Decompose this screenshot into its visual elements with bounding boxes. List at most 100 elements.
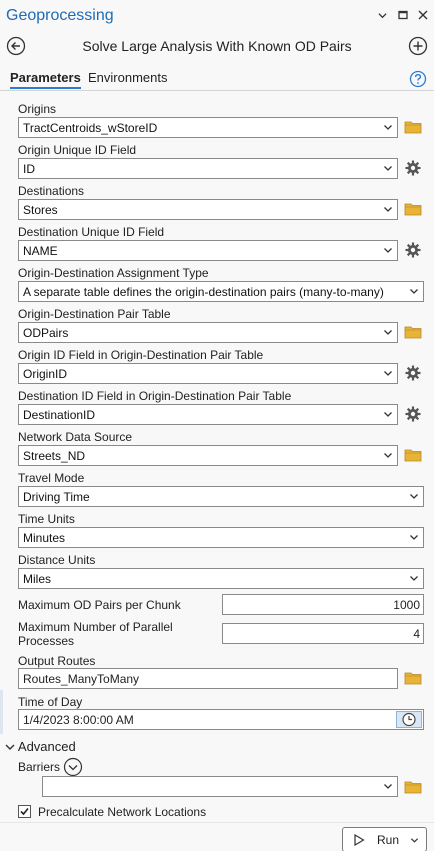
chevron-down-icon	[384, 371, 392, 376]
advanced-section-header[interactable]: Advanced	[5, 739, 76, 754]
advanced-label: Advanced	[17, 739, 76, 754]
time-units-value: Minutes	[23, 531, 66, 545]
run-button[interactable]: Run	[342, 827, 427, 851]
network-label: Network Data Source	[18, 430, 133, 444]
destinations-dropdown[interactable]: Stores	[18, 199, 398, 220]
window-title: Geoprocessing	[6, 7, 114, 24]
chevron-down-icon	[410, 576, 418, 581]
chevron-down-icon	[384, 784, 392, 789]
folder-icon[interactable]	[404, 118, 422, 136]
back-arrow-icon[interactable]	[6, 36, 26, 56]
chevron-down-icon[interactable]	[410, 836, 419, 845]
expand-circle-icon[interactable]	[63, 757, 83, 777]
gear-icon[interactable]	[404, 241, 422, 259]
distance-units-value: Miles	[23, 572, 52, 586]
time-of-day-label: Time of Day	[18, 695, 83, 709]
time-of-day-input[interactable]: 1/4/2023 8:00:00 AM	[18, 709, 424, 730]
dest-uid-label: Destination Unique ID Field	[18, 225, 165, 239]
travel-mode-value: Driving Time	[23, 490, 90, 504]
max-processes-label-line1: Maximum Number of Parallel	[18, 620, 173, 634]
origin-uid-label: Origin Unique ID Field	[18, 143, 137, 157]
output-routes-label: Output Routes	[18, 654, 96, 668]
time-units-label: Time Units	[18, 512, 75, 526]
gear-icon[interactable]	[404, 405, 422, 423]
network-value: Streets_ND	[23, 449, 86, 463]
origins-dropdown[interactable]: TractCentroids_wStoreID	[18, 117, 398, 138]
max-processes-label: Maximum Number of Parallel Processes	[18, 620, 173, 648]
distance-units-label: Distance Units	[18, 553, 96, 567]
tool-title: Solve Large Analysis With Known OD Pairs	[82, 38, 352, 54]
chevron-down-icon	[410, 535, 418, 540]
run-label: Run	[377, 833, 400, 847]
chevron-down-icon	[384, 125, 392, 130]
maximize-icon[interactable]	[397, 8, 408, 22]
barriers-label: Barriers	[18, 760, 61, 774]
chevron-down-icon	[410, 494, 418, 499]
barriers-dropdown[interactable]	[42, 776, 398, 797]
output-routes-value: Routes_ManyToMany	[23, 672, 140, 686]
max-pairs-input[interactable]: 1000	[222, 594, 424, 615]
help-icon[interactable]	[409, 70, 427, 88]
folder-icon[interactable]	[404, 778, 422, 796]
od-pair-table-dropdown[interactable]: ODPairs	[18, 322, 398, 343]
max-processes-value: 4	[413, 627, 420, 641]
chevron-down-icon	[384, 453, 392, 458]
dest-uid-dropdown[interactable]: NAME	[18, 240, 398, 261]
tab-environments[interactable]: Environments	[88, 70, 167, 85]
tab-parameters[interactable]: Parameters	[10, 70, 81, 89]
clock-icon	[402, 712, 416, 727]
output-routes-input[interactable]: Routes_ManyToMany	[18, 668, 398, 689]
max-pairs-value: 1000	[393, 598, 420, 612]
add-icon[interactable]	[408, 36, 428, 56]
destinations-label: Destinations	[18, 184, 85, 198]
od-pair-table-value: ODPairs	[23, 326, 69, 340]
chevron-down-icon	[410, 289, 418, 294]
dropdown-arrow-icon[interactable]	[377, 8, 388, 22]
footer-divider	[0, 822, 434, 823]
title-bar: Geoprocessing	[0, 0, 434, 32]
dest-uid-value: NAME	[23, 244, 58, 258]
chevron-down-icon	[384, 412, 392, 417]
dest-id-field-value: DestinationID	[23, 408, 96, 422]
od-assign-type-label: Origin-Destination Assignment Type	[18, 266, 209, 280]
tab-strip: Parameters Environments	[0, 66, 434, 92]
folder-icon[interactable]	[404, 323, 422, 341]
origin-uid-value: ID	[23, 162, 35, 176]
destinations-value: Stores	[23, 203, 58, 217]
origins-label: Origins	[18, 102, 57, 116]
dest-id-field-dropdown[interactable]: DestinationID	[18, 404, 398, 425]
folder-icon[interactable]	[404, 446, 422, 464]
od-assign-type-dropdown[interactable]: A separate table defines the origin-dest…	[18, 281, 424, 302]
chevron-down-icon	[384, 330, 392, 335]
od-pair-table-label: Origin-Destination Pair Table	[18, 307, 171, 321]
chevron-down-icon	[384, 248, 392, 253]
origin-id-field-dropdown[interactable]: OriginID	[18, 363, 398, 384]
clock-button[interactable]	[396, 711, 422, 728]
precalculate-label: Precalculate Network Locations	[38, 805, 207, 819]
chevron-down-icon	[384, 166, 392, 171]
gear-icon[interactable]	[404, 364, 422, 382]
network-dropdown[interactable]: Streets_ND	[18, 445, 398, 466]
gear-icon[interactable]	[404, 159, 422, 177]
time-units-dropdown[interactable]: Minutes	[18, 527, 424, 548]
distance-units-dropdown[interactable]: Miles	[18, 568, 424, 589]
max-processes-label-line2: Processes	[18, 634, 75, 648]
play-icon	[354, 834, 365, 846]
window-controls	[377, 8, 428, 22]
max-pairs-label: Maximum OD Pairs per Chunk	[18, 598, 181, 612]
travel-mode-label: Travel Mode	[18, 471, 85, 485]
folder-icon[interactable]	[404, 669, 422, 687]
travel-mode-dropdown[interactable]: Driving Time	[18, 486, 424, 507]
tab-divider	[0, 90, 434, 91]
precalculate-checkbox[interactable]	[18, 805, 31, 818]
close-icon[interactable]	[417, 8, 428, 22]
origins-value: TractCentroids_wStoreID	[23, 121, 158, 135]
max-processes-input[interactable]: 4	[222, 623, 424, 644]
origin-uid-dropdown[interactable]: ID	[18, 158, 398, 179]
checkmark-icon	[20, 807, 29, 816]
od-assign-type-value: A separate table defines the origin-dest…	[23, 285, 384, 299]
chevron-down-icon	[5, 744, 15, 750]
focus-indicator	[0, 690, 3, 734]
folder-icon[interactable]	[404, 200, 422, 218]
dest-id-field-label: Destination ID Field in Origin-Destinati…	[18, 389, 292, 403]
